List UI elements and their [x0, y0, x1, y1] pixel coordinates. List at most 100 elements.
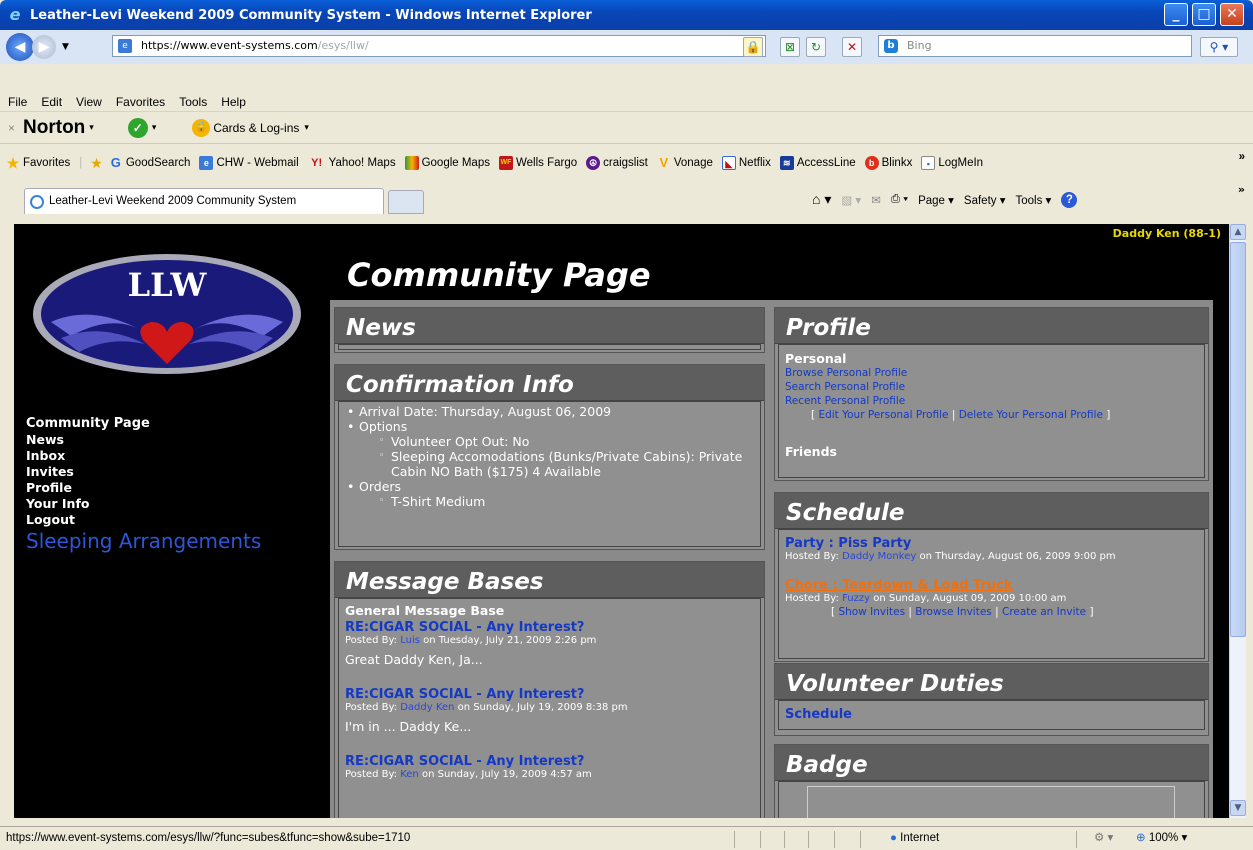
fav-blinkx[interactable]: b Blinkx [864, 156, 912, 170]
event-host[interactable]: Fuzzy [842, 593, 870, 604]
nav-community-page[interactable]: Community Page [26, 416, 150, 432]
badge-panel: Badge [774, 744, 1209, 818]
page-menu[interactable]: Page ▾ [918, 193, 954, 207]
norton-brand[interactable]: Norton [23, 117, 85, 139]
protected-mode-icon[interactable]: ⚙ ▾ [1094, 827, 1113, 849]
back-button[interactable]: ◀ [6, 33, 34, 61]
mail-icon[interactable]: ✉ [871, 193, 881, 207]
compatibility-icon[interactable]: ⊠ [780, 37, 800, 57]
menu-view[interactable]: View [76, 95, 102, 109]
lock-icon[interactable]: 🔒 [743, 37, 763, 57]
post-author[interactable]: Luis [400, 635, 420, 646]
nav-profile[interactable]: Profile [26, 480, 150, 496]
menu-tools[interactable]: Tools [179, 95, 207, 109]
fav-wells-fargo[interactable]: WF Wells Fargo [498, 156, 577, 170]
search-personal-profile-link[interactable]: Search Personal Profile [785, 380, 1198, 394]
event-title[interactable]: Party : Piss Party [785, 536, 1198, 551]
address-bar[interactable]: e https://www.event-systems.com/esys/llw… [112, 35, 766, 57]
cards-dropdown-icon[interactable]: ▾ [304, 122, 309, 133]
news-panel: News [334, 307, 765, 353]
zoom-control[interactable]: ⊕ 100% ▾ [1136, 827, 1187, 849]
fav-netflix[interactable]: ◣ Netflix [721, 156, 771, 170]
event-title-chore[interactable]: Chore : Teardown & Load Truck [785, 578, 1198, 593]
post-title[interactable]: RE:CIGAR SOCIAL - Any Interest? [345, 687, 754, 702]
nav-logout[interactable]: Logout [26, 512, 150, 528]
fav-yahoo-maps[interactable]: Y! Yahoo! Maps [308, 156, 395, 170]
ie-tab-icon [30, 195, 44, 209]
scroll-thumb[interactable] [1230, 242, 1246, 637]
event-host[interactable]: Daddy Monkey [842, 551, 916, 562]
sleeping-arrangements-link[interactable]: Sleeping Arrangements [26, 529, 261, 553]
norton-dropdown-icon[interactable]: ▾ [89, 122, 94, 133]
post-author[interactable]: Daddy Ken [400, 702, 454, 713]
main-grid: News Confirmation Info Arrival Date: Thu… [330, 300, 1213, 818]
schedule-panel: Schedule Party : Piss Party Hosted By: D… [774, 492, 1209, 662]
stop-icon[interactable]: ✕ [842, 37, 862, 57]
toolbar-overflow-icon[interactable]: » [1238, 183, 1245, 196]
close-button[interactable]: ✕ [1220, 3, 1244, 26]
fav-chw-webmail[interactable]: e CHW - Webmail [199, 156, 299, 170]
history-dropdown-icon[interactable]: ▼ [62, 42, 69, 52]
new-tab-button[interactable] [388, 190, 424, 214]
forward-button[interactable]: ▶ [32, 35, 56, 59]
check-dropdown-icon[interactable]: ▾ [152, 122, 157, 133]
tab-llw[interactable]: Leather-Levi Weekend 2009 Community Syst… [24, 188, 384, 214]
create-invite-link[interactable]: Create an Invite [1002, 606, 1086, 618]
print-icon[interactable]: ⎙ ▾ [891, 193, 908, 206]
fav-google-maps[interactable]: Google Maps [404, 156, 490, 170]
menu-help[interactable]: Help [221, 95, 246, 109]
fav-goodsearch[interactable]: G GoodSearch [109, 156, 191, 170]
minimize-button[interactable]: _ [1164, 3, 1188, 26]
delete-profile-link[interactable]: Delete Your Personal Profile [959, 409, 1103, 421]
browse-invites-link[interactable]: Browse Invites [915, 606, 992, 618]
menu-favorites[interactable]: Favorites [116, 95, 165, 109]
close-toolbar-icon[interactable]: × [8, 121, 15, 135]
check-icon[interactable]: ✓ [127, 117, 148, 138]
general-message-base[interactable]: General Message Base [345, 603, 754, 618]
maximize-button[interactable]: □ [1192, 3, 1216, 26]
nav-invites[interactable]: Invites [26, 464, 150, 480]
post-title[interactable]: RE:CIGAR SOCIAL - Any Interest? [345, 754, 754, 769]
recent-personal-profile-link[interactable]: Recent Personal Profile [785, 394, 1198, 408]
edit-profile-link[interactable]: Edit Your Personal Profile [818, 409, 948, 421]
favorites-overflow-icon[interactable]: » [1239, 151, 1245, 163]
confirmation-panel: Confirmation Info Arrival Date: Thursday… [334, 364, 765, 550]
nav-your-info[interactable]: Your Info [26, 496, 150, 512]
post-author[interactable]: Ken [400, 769, 419, 780]
safety-menu[interactable]: Safety ▾ [964, 193, 1006, 207]
user-name[interactable]: Daddy Ken (88-1) [1113, 227, 1221, 240]
help-icon[interactable]: ? [1061, 191, 1078, 208]
menu-edit[interactable]: Edit [41, 95, 62, 109]
side-nav: Community Page News Inbox Invites Profil… [26, 416, 150, 528]
show-invites-link[interactable]: Show Invites [838, 606, 905, 618]
nav-inbox[interactable]: Inbox [26, 448, 150, 464]
cards-logins-button[interactable]: Cards & Log-ins [213, 121, 299, 135]
search-input[interactable]: b Bing [878, 35, 1192, 57]
page-scrollbar[interactable]: ▲ ▼ [1229, 224, 1246, 818]
nav-news[interactable]: News [26, 432, 150, 448]
friends-heading: Friends [785, 444, 837, 459]
goodsearch-icon: G [110, 155, 121, 170]
favorites-button[interactable]: ★ Favorites [6, 156, 71, 170]
internet-zone[interactable]: ● Internet [890, 827, 939, 849]
feeds-icon[interactable]: ▧ ▾ [841, 193, 861, 207]
refresh-icon[interactable]: ↻ [806, 37, 826, 57]
ie-page-icon: e [199, 156, 214, 170]
status-url: https://www.event-systems.com/esys/llw/?… [6, 832, 411, 844]
fav-vonage[interactable]: V Vonage [657, 156, 713, 170]
page-title: Community Page [347, 256, 651, 294]
browse-personal-profile-link[interactable]: Browse Personal Profile [785, 366, 1198, 380]
scroll-up-icon[interactable]: ▲ [1230, 224, 1246, 240]
fav-craigslist[interactable]: ☮ craigslist [586, 156, 648, 170]
favorites-bar: ★ Favorites | ★ G GoodSearch e CHW - Webmai… [0, 147, 1253, 179]
fav-accessline[interactable]: ≋ AccessLine [779, 156, 856, 170]
home-icon[interactable]: ⌂ ▾ [812, 191, 831, 208]
search-icon[interactable]: ⚲ ▾ [1200, 37, 1238, 57]
scroll-down-icon[interactable]: ▼ [1230, 800, 1246, 816]
post-title[interactable]: RE:CIGAR SOCIAL - Any Interest? [345, 620, 754, 635]
menu-file[interactable]: File [8, 95, 27, 109]
tools-menu[interactable]: Tools ▾ [1016, 193, 1052, 207]
add-favorite-icon[interactable]: ★ [90, 155, 103, 172]
fav-logmein[interactable]: ▪ LogMeIn [921, 156, 983, 170]
volunteer-schedule-link[interactable]: Schedule [785, 707, 1198, 722]
